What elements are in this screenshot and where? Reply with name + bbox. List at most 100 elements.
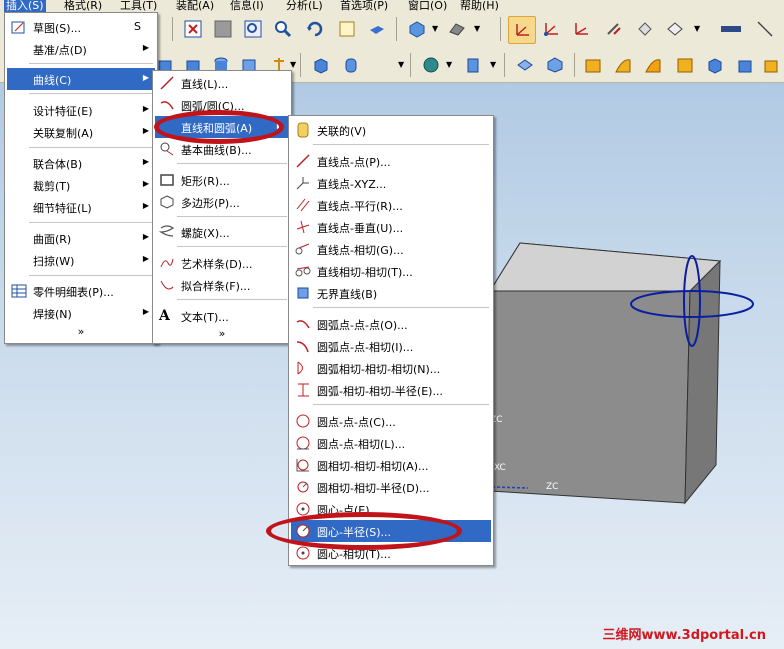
polygon-icon [160,195,174,209]
cone-icon [517,59,533,71]
wcs-dynamic-icon [607,23,621,35]
menu-item-associative-copy[interactable]: 关联复制(A) ▶ [7,121,155,143]
menu-item-line-perpendicular[interactable]: 直线点-垂直(U)... [291,216,491,238]
menu-item-text[interactable]: A 文本(T)... [155,305,289,327]
boss-button[interactable] [580,52,606,78]
circle-tangent-radius-icon [297,481,309,493]
menu-item-circle-3point[interactable]: 圆点-点-点(C)... [291,410,491,432]
chamfer-icon [738,60,752,73]
layer-button[interactable] [662,16,688,42]
menu-item-trim[interactable]: 裁剪(T) ▶ [7,174,155,196]
menu-window[interactable]: 窗口(O) [408,0,447,12]
zoom-button[interactable] [270,16,296,42]
wcs-rotate-button[interactable] [632,16,658,42]
line-tangent-icon [295,243,310,255]
menu-item-circle-tangent-radius[interactable]: 圆相切-相切-半径(D)... [291,476,491,498]
menu-analysis[interactable]: 分析(L) [286,0,323,12]
chamfer-button[interactable] [732,52,758,78]
zoom-window-icon [244,20,262,38]
menu-item-design-feature[interactable]: 设计特征(E) ▶ [7,99,155,121]
line-perpendicular-icon [296,220,310,234]
block-button[interactable] [308,52,334,78]
menu-item-weld[interactable]: 焊接(N) ▶ [7,302,155,324]
menu-item-line-point-point[interactable]: 直线点-点(P)... [291,150,491,172]
arc-3point-icon [296,320,310,329]
thread-button[interactable] [672,52,698,78]
menu-item-parts-list[interactable]: 零件明细表(P)... [7,280,155,302]
render-button[interactable] [364,16,390,42]
menu-item-surface[interactable]: 曲面(R) ▶ [7,227,155,249]
rectangle-icon [160,174,174,186]
blend-icon [708,58,722,74]
menu-item-arc-point-point-tangent[interactable]: 圆弧点-点-相切(I)... [291,335,491,357]
rotate-button[interactable] [302,16,328,42]
submenu-arrow-icon: ▶ [142,232,149,241]
blend-button[interactable] [702,52,728,78]
rotate-icon [307,21,323,37]
datum-csys-icon [544,23,558,36]
pocket-button[interactable] [418,52,444,78]
menu-insert[interactable]: 插入(S) [4,0,46,12]
csys-button[interactable] [508,16,536,44]
menu-format[interactable]: 格式(R) [64,0,102,12]
cone-button[interactable] [512,52,538,78]
menu-assemblies[interactable]: 装配(A) [176,0,214,12]
menu-item-arc-tangent-radius[interactable]: 圆弧-相切-相切-半径(E)... [291,379,491,401]
menu-item-studio-spline[interactable]: 艺术样条(D)... [155,252,289,274]
menu-item-datum-point[interactable]: 基准/点(D) ▶ [7,38,155,60]
shell-button[interactable] [758,52,784,78]
pad-button[interactable] [460,52,486,78]
filter-button[interactable] [752,16,778,42]
slot-button[interactable] [610,52,636,78]
menu-item-detail-feature[interactable]: 细节特征(L) ▶ [7,196,155,218]
sphere-button[interactable] [542,52,568,78]
menu-preferences[interactable]: 首选项(P) [340,0,388,12]
csys-icon [516,24,529,36]
menu-item-sketch[interactable]: 草图(S)... S [7,16,155,38]
menu-item-curve[interactable]: 曲线(C) ▶ [7,68,155,90]
lines-arcs-menu: 关联的(V) 直线点-点(P)... 直线点-XYZ... 直线点-平行(R).… [288,115,494,566]
fit-view-button[interactable] [180,16,206,42]
menu-tools[interactable]: 工具(T) [120,0,157,12]
helix-icon [159,225,175,237]
surface-button[interactable] [444,16,470,42]
submenu-arrow-icon: ▶ [142,179,149,188]
menu-item-circle-point-tangent[interactable]: 圆点-点-相切(L)... [291,432,491,454]
infinite-line-icon [297,287,309,299]
zoom-icon [275,21,292,38]
shaded-button[interactable] [210,16,236,42]
menu-item-line-tangent-tangent[interactable]: 直线相切-相切(T)... [291,260,491,282]
menu-item-arc-3tangent[interactable]: 圆弧相切-相切-相切(N)... [291,357,491,379]
arc-point-point-tangent-icon [296,341,309,353]
menu-item-associative[interactable]: 关联的(V) [291,119,491,141]
menu-item-rectangle[interactable]: 矩形(R)... [155,169,289,191]
menu-item-helix[interactable]: 螺旋(X)... [155,221,289,243]
expand-menu-icon[interactable]: » [5,325,157,338]
menu-item-arc-3point[interactable]: 圆弧点-点-点(O)... [291,313,491,335]
wcs-dynamic-button[interactable] [600,16,626,42]
menubar: 插入(S) 格式(R) 工具(T) 装配(A) 信息(I) 分析(L) 首选项(… [0,0,784,12]
menu-item-polygon[interactable]: 多边形(P)... [155,191,289,213]
menu-information[interactable]: 信息(I) [230,0,264,12]
selection-button[interactable] [716,16,746,42]
menu-item-sweep[interactable]: 扫掠(W) ▶ [7,249,155,271]
menu-item-fit-spline[interactable]: 拟合样条(F)... [155,274,289,296]
menu-item-circle-3tangent[interactable]: 圆相切-相切-相切(A)... [291,454,491,476]
menu-help[interactable]: 帮助(H) [460,0,499,12]
sketch-icon [11,21,25,34]
menu-item-combine[interactable]: 联合体(B) ▶ [7,152,155,174]
menu-item-infinite-line[interactable]: 无界直线(B) [291,282,491,304]
wcs-button[interactable] [568,16,594,42]
expand-menu-icon[interactable]: » [153,327,291,340]
fit-view-icon [184,20,202,38]
menu-item-line[interactable]: 直线(L)... [155,72,289,94]
menu-item-line-tangent[interactable]: 直线点-相切(G)... [291,238,491,260]
groove-button[interactable] [640,52,666,78]
view-orientation-button[interactable] [404,16,430,42]
cylinder-feature-button[interactable] [338,52,364,78]
pan-button[interactable] [334,16,360,42]
zoom-window-button[interactable] [240,16,266,42]
menu-item-line-parallel[interactable]: 直线点-平行(R)... [291,194,491,216]
menu-item-line-point-xyz[interactable]: 直线点-XYZ... [291,172,491,194]
datum-csys-button[interactable] [538,16,564,42]
